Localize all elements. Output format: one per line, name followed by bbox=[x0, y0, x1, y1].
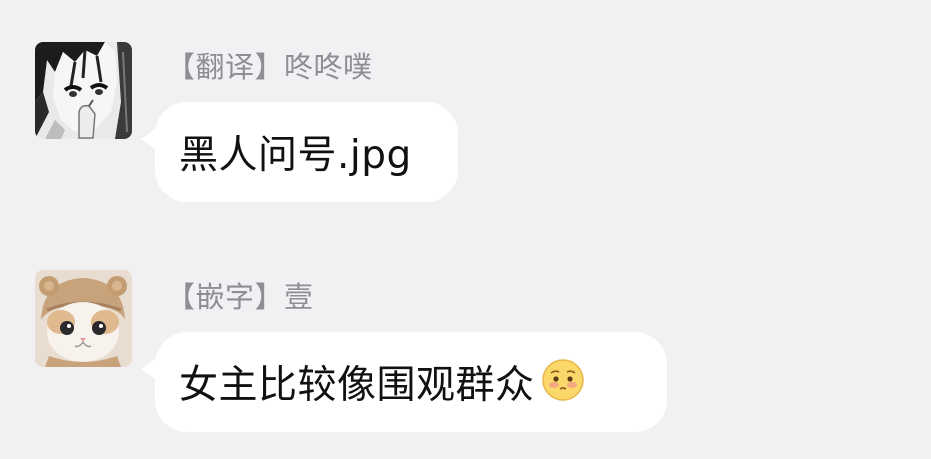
manga-boy-avatar-icon bbox=[35, 42, 132, 139]
message-bubble[interactable]: 女主比较像围观群众 bbox=[141, 332, 667, 432]
sender-name: 【翻译】咚咚噗 bbox=[166, 50, 373, 84]
chat-message: 【翻译】咚咚噗 黑人问号.jpg bbox=[0, 42, 931, 204]
message-text: 黑人问号.jpg bbox=[179, 133, 412, 178]
chat-view: 【翻译】咚咚噗 黑人问号.jpg 【嵌字】壹 女主比较像围观群众 bbox=[0, 0, 931, 459]
cat-in-hat-avatar-icon bbox=[35, 270, 132, 367]
avatar[interactable] bbox=[35, 42, 132, 139]
sender-name: 【嵌字】壹 bbox=[166, 280, 314, 314]
pleading-face-emoji-icon bbox=[541, 358, 585, 406]
message-bubble[interactable]: 黑人问号.jpg bbox=[141, 102, 458, 202]
avatar[interactable] bbox=[35, 270, 132, 367]
message-text: 女主比较像围观群众 bbox=[179, 363, 535, 408]
chat-message: 【嵌字】壹 女主比较像围观群众 bbox=[0, 270, 931, 434]
